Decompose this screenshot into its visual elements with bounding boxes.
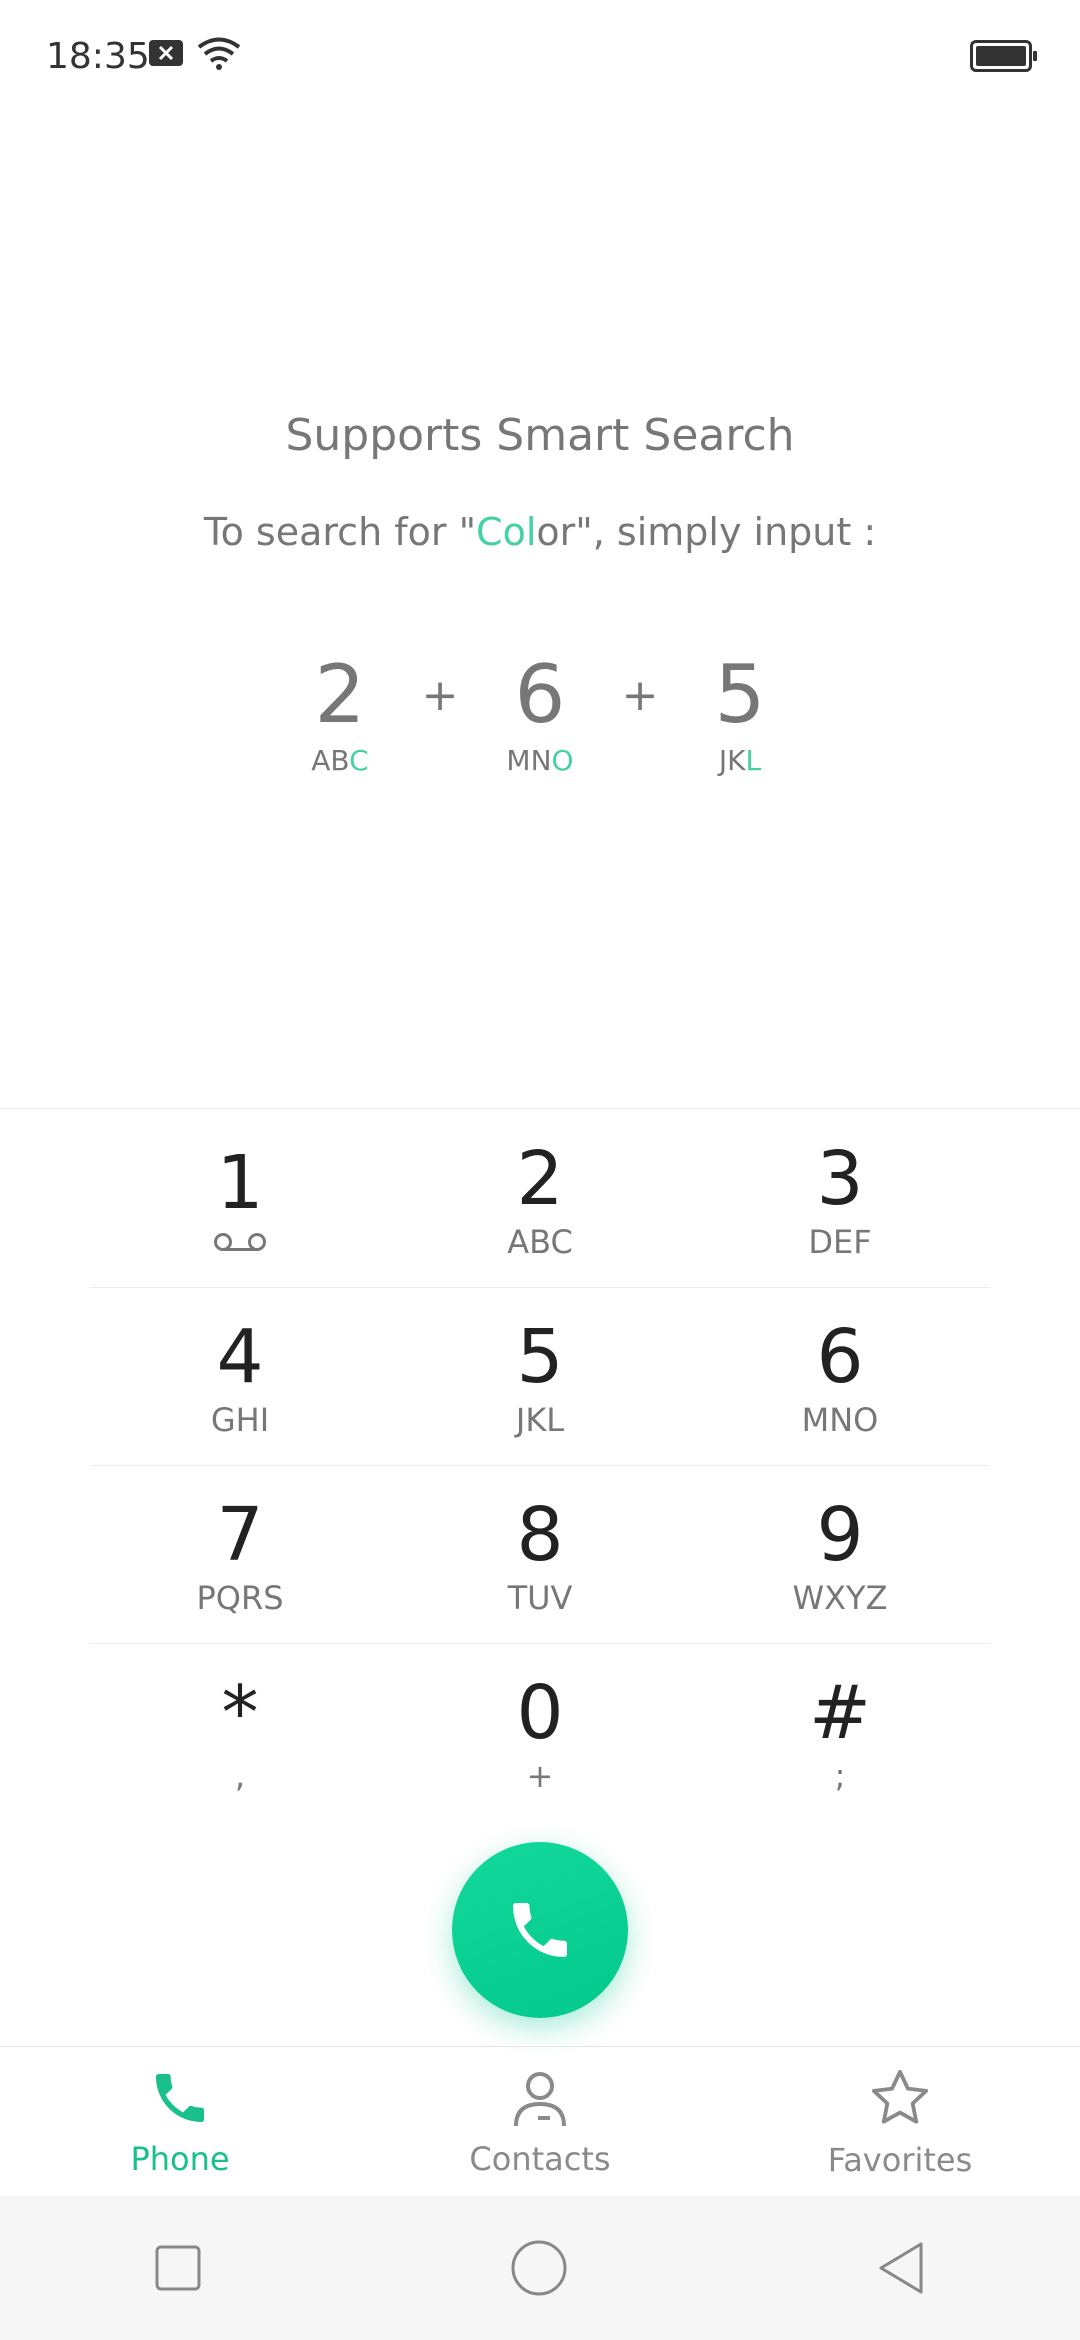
key-letters: , bbox=[234, 1756, 246, 1795]
dial-key-4[interactable]: 4 GHI bbox=[90, 1288, 390, 1465]
dialpad-row: 4 GHI 5 JKL 6 MNO bbox=[90, 1288, 990, 1466]
example-key-2: 2 ABC bbox=[280, 648, 400, 778]
key-letters: TUV bbox=[507, 1578, 573, 1617]
key-digit: # bbox=[808, 1669, 871, 1756]
status-time: 18:35 bbox=[46, 36, 150, 77]
smart-search-title: Supports Smart Search bbox=[285, 410, 795, 461]
dialer-screen: 18:35 Supports Smart Search To search fo… bbox=[0, 0, 1080, 2340]
example-letters: ABC bbox=[311, 744, 369, 777]
example-digit: 6 bbox=[514, 648, 566, 741]
dial-key-7[interactable]: 7 PQRS bbox=[90, 1466, 390, 1643]
dial-key-2[interactable]: 2 ABC bbox=[390, 1110, 690, 1287]
recents-icon[interactable] bbox=[153, 2243, 203, 2293]
key-letters: + bbox=[526, 1756, 554, 1795]
key-letters: JKL bbox=[515, 1400, 565, 1439]
key-letters: GHI bbox=[210, 1400, 270, 1439]
dial-key-8[interactable]: 8 TUV bbox=[390, 1466, 690, 1643]
key-letters: WXYZ bbox=[792, 1578, 888, 1617]
contacts-icon bbox=[514, 2072, 566, 2127]
home-icon[interactable] bbox=[510, 2239, 568, 2297]
key-digit: 8 bbox=[516, 1491, 564, 1578]
phone-icon bbox=[513, 1903, 567, 1957]
tab-contacts[interactable]: Contacts bbox=[360, 2047, 720, 2197]
tab-label: Contacts bbox=[469, 2140, 611, 2178]
key-digit: 4 bbox=[216, 1313, 264, 1400]
hint-prefix: To search for " bbox=[203, 510, 477, 554]
tab-phone[interactable]: Phone bbox=[0, 2047, 360, 2197]
key-digit: 1 bbox=[216, 1139, 264, 1226]
phone-tab-icon bbox=[156, 2074, 204, 2122]
dial-key-3[interactable]: 3 DEF bbox=[690, 1110, 990, 1287]
dialpad-row: 7 PQRS 8 TUV 9 WXYZ bbox=[90, 1466, 990, 1644]
hint-suffix: or", simply input : bbox=[536, 510, 877, 554]
dial-key-5[interactable]: 5 JKL bbox=[390, 1288, 690, 1465]
key-digit: 7 bbox=[216, 1491, 264, 1578]
sim-error-icon bbox=[149, 40, 183, 66]
dialpad-row: * , 0 + # ; bbox=[90, 1644, 990, 1821]
example-key-5: 5 JKL bbox=[680, 648, 800, 778]
bottom-tab-bar: Phone Contacts Favorites bbox=[0, 2046, 1080, 2197]
key-letters: ; bbox=[834, 1756, 846, 1795]
example-digit: 2 bbox=[314, 648, 366, 741]
example-digit: 5 bbox=[714, 648, 766, 741]
dial-key-9[interactable]: 9 WXYZ bbox=[690, 1466, 990, 1643]
example-plus: + bbox=[421, 670, 459, 721]
dialpad-divider bbox=[0, 1108, 1080, 1109]
tab-label: Phone bbox=[130, 2140, 230, 2178]
star-icon bbox=[871, 2069, 929, 2124]
key-digit: 3 bbox=[816, 1135, 864, 1222]
example-plus: + bbox=[621, 670, 659, 721]
key-digit: 2 bbox=[516, 1135, 564, 1222]
battery-icon bbox=[970, 40, 1037, 72]
system-navigation-bar bbox=[0, 2196, 1080, 2340]
smart-search-example: 2 ABC + 6 MNO + 5 JKL bbox=[0, 648, 1080, 778]
tab-label: Favorites bbox=[827, 2141, 973, 2179]
smart-search-description: To search for "Color", simply input : bbox=[0, 510, 1080, 554]
hint-accent: Col bbox=[476, 510, 537, 554]
key-digit: 5 bbox=[516, 1313, 564, 1400]
key-digit: 6 bbox=[816, 1313, 864, 1400]
wifi-icon bbox=[197, 37, 241, 70]
dial-key-1[interactable]: 1 bbox=[90, 1110, 390, 1287]
key-letters: DEF bbox=[808, 1222, 872, 1261]
tab-favorites[interactable]: Favorites bbox=[720, 2047, 1080, 2197]
call-button[interactable] bbox=[452, 1842, 628, 2018]
dial-key-0[interactable]: 0 + bbox=[390, 1644, 690, 1821]
back-icon[interactable] bbox=[875, 2240, 927, 2296]
voicemail-icon bbox=[214, 1232, 266, 1255]
key-digit: * bbox=[221, 1669, 259, 1756]
example-letters: JKL bbox=[718, 744, 762, 777]
dialpad-row: 1 2 ABC 3 DEF bbox=[90, 1110, 990, 1288]
key-digit: 0 bbox=[516, 1669, 564, 1756]
example-key-6: 6 MNO bbox=[480, 648, 600, 778]
example-letters: MNO bbox=[506, 744, 574, 777]
status-icons bbox=[148, 36, 242, 70]
key-letters: PQRS bbox=[196, 1578, 284, 1617]
status-bar: 18:35 bbox=[0, 0, 1080, 110]
dial-key-6[interactable]: 6 MNO bbox=[690, 1288, 990, 1465]
dial-key-hash[interactable]: # ; bbox=[690, 1644, 990, 1821]
key-letters: ABC bbox=[507, 1222, 573, 1261]
key-letters: MNO bbox=[801, 1400, 879, 1439]
key-digit: 9 bbox=[816, 1491, 864, 1578]
dial-key-star[interactable]: * , bbox=[90, 1644, 390, 1821]
dialpad: 1 2 ABC 3 DEF 4 GHI 5 JKL 6 MNO 7 PQRS 8… bbox=[90, 1110, 990, 1821]
